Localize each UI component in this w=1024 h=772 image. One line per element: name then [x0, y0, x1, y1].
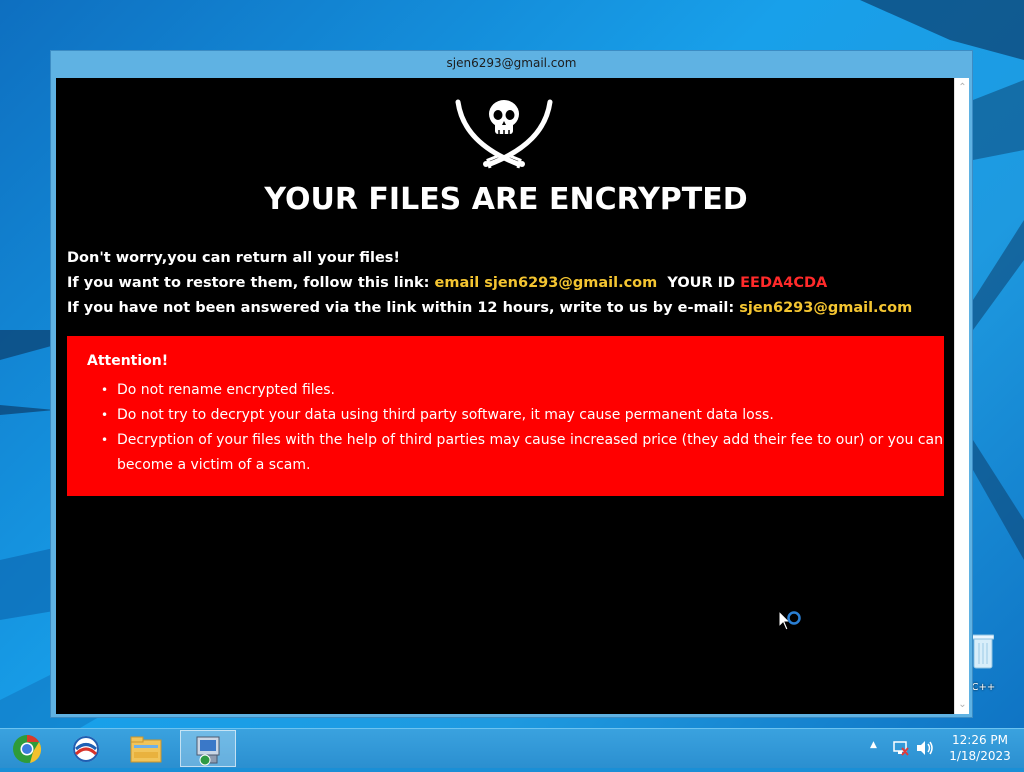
fallback-email: sjen6293@gmail.com — [739, 300, 913, 316]
id-label: YOUR ID — [667, 275, 736, 291]
taskbar-explorer-button[interactable] — [118, 730, 174, 767]
fallback-contact-line: If you have not been answered via the li… — [67, 300, 912, 316]
restore-prefix: If you want to restore them, follow this… — [67, 275, 435, 291]
ransom-note-window[interactable]: sjen6293@gmail.com YOUR FILES ARE ENCRYP… — [50, 50, 973, 718]
file-explorer-icon — [130, 736, 162, 763]
volume-icon[interactable] — [916, 740, 934, 756]
chrome-icon — [13, 735, 42, 763]
network-icon[interactable] — [892, 739, 910, 757]
attention-title: Attention! — [87, 353, 169, 369]
busy-cursor-icon — [778, 610, 801, 631]
list-item: Do not try to decrypt your data using th… — [87, 403, 947, 428]
contact-email: email sjen6293@gmail.com — [434, 275, 658, 291]
clock-date: 1/18/2023 — [949, 749, 1011, 763]
scroll-down-icon[interactable]: ⌄ — [955, 697, 970, 712]
list-item: Do not rename encrypted files. — [87, 378, 947, 403]
attention-box: Attention! Do not rename encrypted files… — [67, 336, 944, 496]
outlook-icon — [73, 736, 99, 762]
restore-instructions-line: If you want to restore them, follow this… — [67, 275, 827, 291]
ransom-note-content: YOUR FILES ARE ENCRYPTED Don't worry,you… — [56, 78, 954, 714]
vertical-scrollbar[interactable]: ⌃ ⌄ — [954, 78, 969, 714]
victim-id: EEDA4CDA — [740, 275, 828, 291]
recycle-bin-icon — [972, 634, 994, 669]
installer-icon — [196, 736, 220, 766]
clock-time: 12:26 PM — [952, 733, 1008, 747]
jolly-roger-icon — [455, 99, 553, 169]
reassurance-line: Don't worry,you can return all your file… — [67, 250, 401, 266]
window-title: sjen6293@gmail.com — [446, 56, 577, 70]
system-clock[interactable]: 12:26 PM 1/18/2023 — [938, 732, 1022, 764]
taskbar-outlook-button[interactable] — [58, 730, 114, 767]
show-hidden-icons-icon[interactable]: ▲ — [870, 740, 877, 750]
taskbar-installer-button[interactable] — [180, 730, 236, 767]
taskbar-chrome-button[interactable] — [0, 730, 56, 767]
headline: YOUR FILES ARE ENCRYPTED — [264, 182, 748, 217]
attention-list: Do not rename encrypted files. Do not tr… — [87, 378, 947, 478]
scroll-up-icon[interactable]: ⌃ — [955, 80, 970, 95]
taskbar: ▲ 12:26 PM 1/18/2023 — [0, 728, 1024, 768]
fallback-prefix: If you have not been answered via the li… — [67, 300, 740, 316]
list-item: Decryption of your files with the help o… — [87, 428, 947, 478]
